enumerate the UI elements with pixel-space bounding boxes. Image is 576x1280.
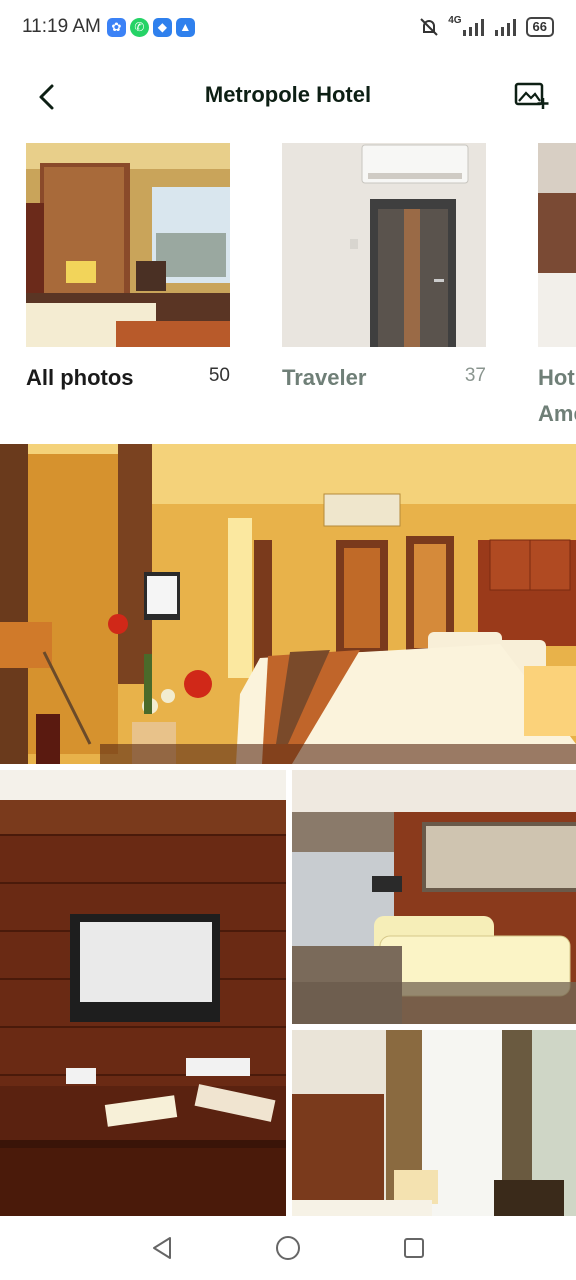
- system-nav-bar: [0, 1216, 576, 1280]
- signal-icon-2: [494, 19, 516, 36]
- category-count: 50: [208, 365, 230, 386]
- category-label: Hot: [538, 365, 575, 390]
- category-count: 37: [464, 365, 486, 386]
- status-time: 11:19 AM: [22, 16, 101, 37]
- page-title: Metropole Hotel: [204, 82, 372, 107]
- photo-room-curtains[interactable]: [292, 1030, 576, 1216]
- whatsapp-icon: ✆: [129, 17, 149, 37]
- signal-icon-1: [462, 19, 484, 36]
- category-traveler[interactable]: Traveler 37: [282, 143, 486, 390]
- battery-indicator: 66: [525, 17, 554, 37]
- nav-home-icon[interactable]: [275, 1235, 301, 1261]
- messenger-icon: ◆: [152, 17, 172, 37]
- network-type: 4G: [448, 14, 462, 26]
- category-strip[interactable]: All photos 50 Traveler 37 Hot Am: [26, 143, 576, 433]
- status-right: 4G 66: [418, 14, 554, 38]
- nav-recents-icon[interactable]: [402, 1236, 426, 1260]
- category-thumbnail: [282, 143, 486, 347]
- notification-icons: ✿ ✆ ◆ ▲: [106, 17, 195, 37]
- category-label-line2: Ame: [538, 401, 576, 426]
- nav-back-icon[interactable]: [150, 1235, 174, 1261]
- settings-app-icon: ✿: [106, 17, 126, 37]
- photo-tv-wall[interactable]: [0, 770, 286, 1216]
- photo-lounge-sofa[interactable]: [292, 770, 576, 1024]
- category-thumbnail: [26, 143, 230, 347]
- status-bar: 11:19 AM ✿ ✆ ◆ ▲ 4G 66: [0, 0, 576, 54]
- add-photo-button[interactable]: [514, 80, 550, 114]
- category-hotel-amenities[interactable]: Hot Ame: [538, 143, 576, 426]
- header: Metropole Hotel: [0, 62, 576, 132]
- category-all-photos[interactable]: All photos 50: [26, 143, 230, 390]
- photo-bedroom-wide[interactable]: [0, 444, 576, 764]
- category-thumbnail: [538, 143, 576, 347]
- category-label: All photos: [26, 365, 134, 390]
- add-photo-icon: [514, 82, 549, 109]
- alert-icon: ▲: [175, 17, 195, 37]
- bell-muted-icon: [420, 18, 438, 36]
- category-label: Traveler: [282, 365, 367, 390]
